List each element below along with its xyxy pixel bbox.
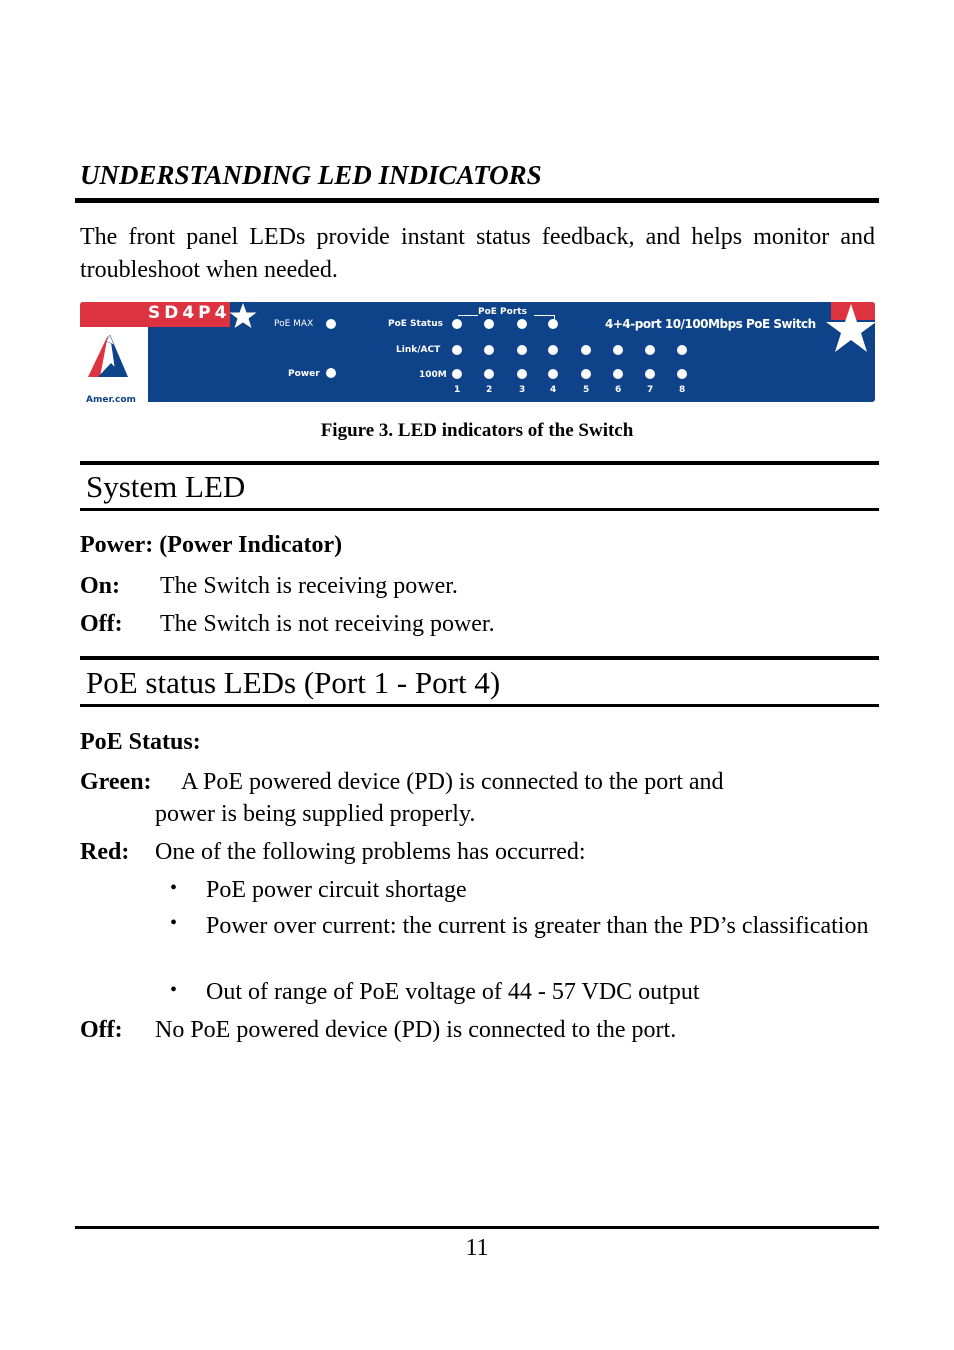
- poe-max-label: PoE MAX: [274, 319, 314, 329]
- page-heading: UNDERSTANDING LED INDICATORS: [80, 160, 542, 190]
- red-bullet-2: Power over current: the current is great…: [206, 913, 869, 939]
- poe-status-subheading: PoE Status:: [80, 729, 201, 755]
- speed-led-port-8: [677, 369, 687, 379]
- poe-status-led-port-3: [517, 319, 527, 329]
- green-label: Green:: [80, 769, 152, 795]
- speed-led-port-7: [645, 369, 655, 379]
- link-act-led-port-8: [677, 345, 687, 355]
- footer-rule: [75, 1226, 879, 1229]
- section-rule-bottom: [80, 508, 879, 511]
- logo-area: Amer.com: [80, 327, 148, 402]
- off-text: The Switch is not receiving power.: [160, 611, 495, 637]
- port-number-label: 8: [679, 385, 686, 395]
- brand-name: Amer.com: [86, 395, 136, 402]
- red-label: Red:: [80, 839, 130, 865]
- green-text-line1: A PoE powered device (PD) is connected t…: [181, 769, 724, 795]
- poe-status-led-port-1: [452, 319, 462, 329]
- section-rule-bottom: [80, 704, 879, 707]
- heading-rule: [75, 198, 879, 203]
- red-bullet-1: PoE power circuit shortage: [206, 877, 467, 903]
- star-icon: [229, 303, 257, 328]
- poe-status-label: PoE Status: [388, 319, 443, 329]
- power-label: Power: [288, 369, 320, 379]
- speed-led-port-2: [484, 369, 494, 379]
- port-number-label: 3: [519, 385, 526, 395]
- power-led: [326, 368, 336, 378]
- green-text-line2: power is being supplied properly.: [155, 801, 476, 827]
- port-number-label: 1: [454, 385, 461, 395]
- speed-led-port-3: [517, 369, 527, 379]
- on-text: The Switch is receiving power.: [160, 573, 458, 599]
- red-bullet-3: Out of range of PoE voltage of 44 - 57 V…: [206, 979, 700, 1005]
- brand-logo-icon: [88, 334, 128, 377]
- speed-led-port-6: [613, 369, 623, 379]
- bullet-icon: •: [170, 912, 178, 934]
- model-name: SD4P4: [148, 303, 231, 323]
- port-number-label: 7: [647, 385, 654, 395]
- link-act-led-port-7: [645, 345, 655, 355]
- speed-led-port-4: [548, 369, 558, 379]
- speed-led-port-1: [452, 369, 462, 379]
- section-rule-top: [80, 656, 879, 660]
- bullet-icon: •: [170, 979, 178, 1001]
- off-label: Off:: [80, 611, 123, 637]
- poe-max-led: [326, 319, 336, 329]
- link-act-led-port-3: [517, 345, 527, 355]
- figure-caption: Figure 3. LED indicators of the Switch: [320, 420, 634, 441]
- port-number-label: 4: [550, 385, 557, 395]
- poe-status-led-port-4: [548, 319, 558, 329]
- red-text: One of the following problems has occurr…: [155, 839, 586, 865]
- section-title-system-led: System LED: [86, 469, 246, 504]
- product-title: 4+4-port 10/100Mbps PoE Switch: [605, 317, 816, 331]
- link-act-led-port-2: [484, 345, 494, 355]
- section-rule-top: [80, 461, 879, 465]
- poe-off-label: Off:: [80, 1017, 123, 1043]
- poe-off-text: No PoE powered device (PD) is connected …: [155, 1017, 677, 1043]
- link-act-led-port-1: [452, 345, 462, 355]
- link-act-led-port-5: [581, 345, 591, 355]
- port-number-label: 2: [486, 385, 493, 395]
- page-number: 11: [465, 1235, 489, 1261]
- intro-paragraph: The front panel LEDs provide instant sta…: [80, 224, 875, 283]
- speed-label: 100M: [419, 370, 447, 380]
- switch-front-panel: Amer.com SD4P4 PoE MAX Power PoE Status …: [80, 302, 875, 402]
- section-title-poe-status: PoE status LEDs (Port 1 - Port 4): [86, 665, 501, 700]
- port-number-label: 6: [615, 385, 622, 395]
- speed-led-port-5: [581, 369, 591, 379]
- link-act-label: Link/ACT: [396, 345, 441, 355]
- bullet-icon: •: [170, 877, 178, 899]
- link-act-led-port-6: [613, 345, 623, 355]
- poe-ports-label: PoE Ports: [478, 307, 527, 317]
- port-number-label: 5: [583, 385, 590, 395]
- large-star-icon: [826, 304, 875, 352]
- link-act-led-port-4: [548, 345, 558, 355]
- poe-status-led-port-2: [484, 319, 494, 329]
- power-subheading: Power: (Power Indicator): [80, 532, 343, 558]
- on-label: On:: [80, 573, 121, 599]
